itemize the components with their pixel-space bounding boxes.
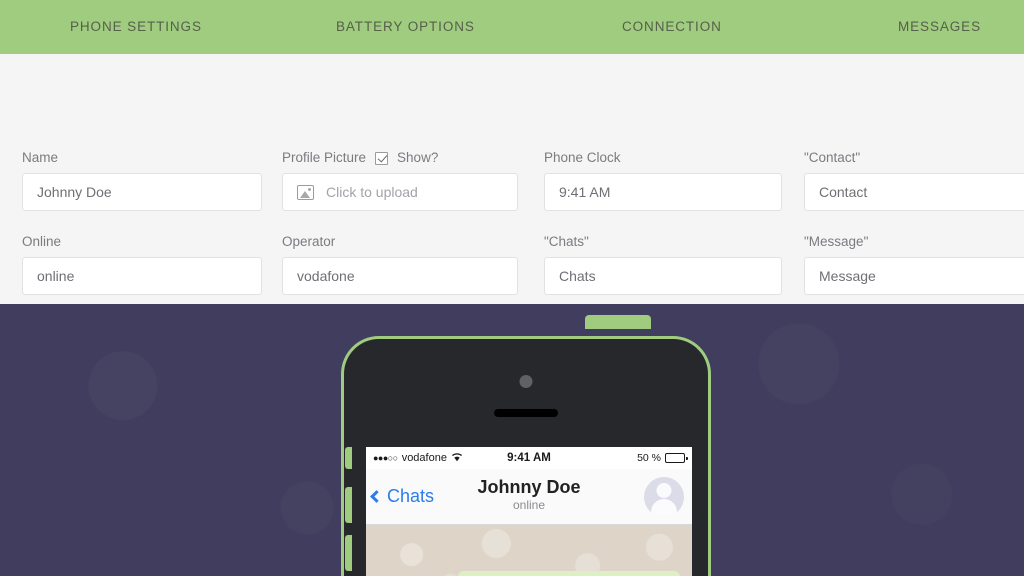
earpiece-speaker [494, 409, 558, 417]
back-to-chats-button[interactable]: Chats [370, 486, 435, 507]
contact-name-label: Johnny Doe [477, 477, 581, 497]
chat-bubble-outgoing: Lorem Ipsum is simply dummy [458, 571, 680, 576]
battery-icon [665, 453, 688, 463]
volume-down-button[interactable] [345, 535, 352, 571]
show-profile-picture-label: Show? [397, 150, 439, 165]
field-profile-picture: Profile Picture Show? Click to upload [282, 150, 518, 211]
phone-screen: ●●●○○ vodafone 9:41 AM 50 % Chats Johnny… [366, 447, 692, 576]
profile-picture-label-row: Profile Picture Show? [282, 150, 518, 166]
upload-label: Click to upload [326, 184, 418, 200]
message-input[interactable]: Message [804, 257, 1024, 295]
chevron-left-icon [370, 490, 383, 503]
chat-title-block: Johnny Doe online [429, 476, 629, 513]
phone-mockup: ●●●○○ vodafone 9:41 AM 50 % Chats Johnny… [330, 315, 722, 576]
field-name: Name Johnny Doe [22, 150, 262, 211]
field-name-label: Name [22, 150, 59, 165]
tab-battery-options[interactable]: BATTERY OPTIONS [336, 19, 475, 34]
contact-status-label: online [512, 498, 546, 512]
status-bar-right: 50 % [637, 452, 688, 464]
tab-messages[interactable]: MESSAGES [898, 19, 981, 34]
power-button[interactable] [585, 315, 651, 329]
person-avatar-icon[interactable] [644, 477, 684, 517]
field-contact: "Contact" Contact [804, 150, 1024, 211]
side-button-1[interactable] [345, 447, 352, 469]
app-root: PHONE SETTINGS BATTERY OPTIONS CONNECTIO… [0, 0, 1024, 576]
field-profile-picture-label: Profile Picture [282, 150, 367, 165]
field-message: "Message" Message [804, 234, 1024, 295]
field-contact-label: "Contact" [804, 150, 861, 165]
wifi-icon [451, 452, 463, 465]
field-chats-label: "Chats" [544, 234, 589, 249]
ios-status-bar: ●●●○○ vodafone 9:41 AM 50 % [366, 447, 692, 469]
back-button-label: Chats [387, 486, 435, 506]
image-icon [297, 184, 314, 200]
avatar-body [651, 499, 677, 517]
name-input[interactable]: Johnny Doe [22, 173, 262, 211]
field-message-label: "Message" [804, 234, 869, 249]
front-camera-icon [519, 375, 533, 388]
tab-connection[interactable]: CONNECTION [622, 19, 722, 34]
phone-clock-input[interactable]: 9:41 AM [544, 173, 782, 211]
chats-input[interactable]: Chats [544, 257, 782, 295]
field-operator-label: Operator [282, 234, 336, 249]
field-chats: "Chats" Chats [544, 234, 782, 295]
volume-up-button[interactable] [345, 487, 352, 523]
profile-picture-upload-button[interactable]: Click to upload [282, 173, 518, 211]
tab-phone-settings[interactable]: PHONE SETTINGS [70, 19, 202, 34]
status-bar-left: ●●●○○ vodafone [373, 452, 463, 465]
field-phone-clock: Phone Clock 9:41 AM [544, 150, 782, 211]
signal-strength-icon: ●●●○○ [373, 452, 398, 463]
field-online-label: Online [22, 234, 62, 249]
field-online: Online online [22, 234, 262, 295]
carrier-label: vodafone [401, 452, 447, 464]
field-operator: Operator vodafone [282, 234, 518, 295]
avatar-head [656, 483, 672, 498]
contact-input[interactable]: Contact [804, 173, 1024, 211]
phone-preview-section: ●●●○○ vodafone 9:41 AM 50 % Chats Johnny… [0, 304, 1024, 576]
field-phone-clock-label: Phone Clock [544, 150, 621, 165]
operator-input[interactable]: vodafone [282, 257, 518, 295]
phone-body: ●●●○○ vodafone 9:41 AM 50 % Chats Johnny… [341, 336, 711, 576]
online-input[interactable]: online [22, 257, 262, 295]
status-bar-clock: 9:41 AM [507, 452, 551, 464]
chat-nav-bar: Chats Johnny Doe online [366, 469, 692, 525]
settings-form-panel: Name Johnny Doe Profile Picture Show? Cl… [0, 54, 1024, 304]
show-profile-picture-checkbox[interactable] [375, 151, 389, 165]
chat-message-area: Lorem Ipsum is simply dummy [366, 525, 692, 576]
top-tab-bar: PHONE SETTINGS BATTERY OPTIONS CONNECTIO… [0, 0, 1024, 64]
battery-percent-label: 50 % [637, 452, 661, 464]
